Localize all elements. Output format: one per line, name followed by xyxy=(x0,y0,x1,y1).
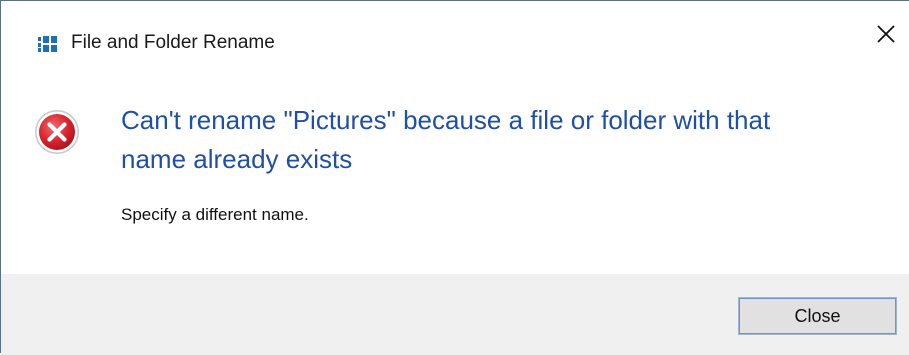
windows-logo-icon xyxy=(38,36,57,52)
close-icon[interactable] xyxy=(863,11,909,57)
main-instruction-line-2: name already exists xyxy=(121,144,353,174)
main-instruction: Can't rename "Pictures" because a file o… xyxy=(121,101,909,179)
rename-error-dialog: File and Folder Rename Can't rename "Pic… xyxy=(0,0,909,355)
main-instruction-line-1: Can't rename "Pictures" because a file o… xyxy=(121,105,771,135)
title-bar[interactable]: File and Folder Rename xyxy=(1,1,909,79)
detail-text: Specify a different name. xyxy=(121,205,309,224)
window-title: File and Folder Rename xyxy=(71,32,275,53)
close-button[interactable]: Close xyxy=(738,297,897,335)
error-icon xyxy=(35,110,79,154)
